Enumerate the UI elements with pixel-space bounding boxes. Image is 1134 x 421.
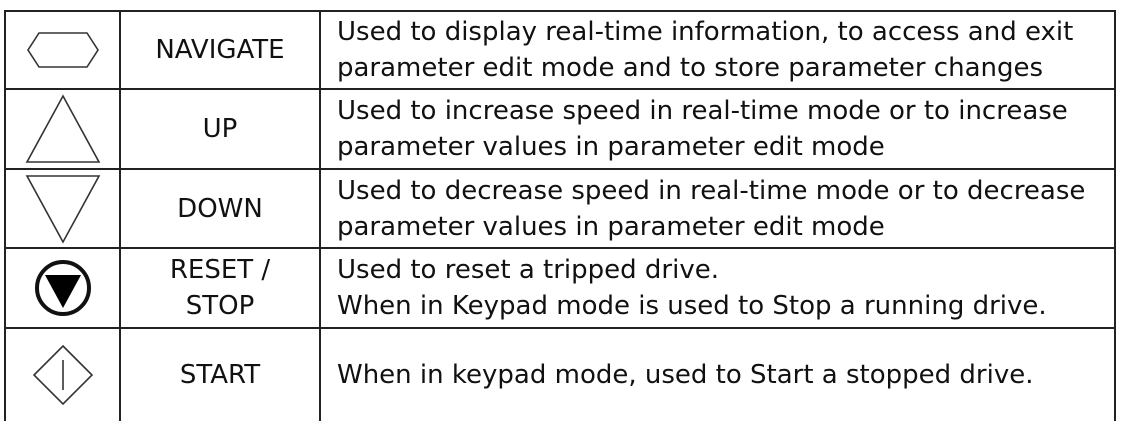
triangle-down-icon	[25, 174, 100, 244]
key-name-reset: RESET /	[169, 255, 271, 285]
table-row: UP Used to increase speed in real-time m…	[4, 88, 1116, 170]
key-name-cell: NAVIGATE	[119, 10, 321, 90]
table-row: START When in keypad mode, used to Start…	[4, 327, 1116, 421]
description-line: Used to reset a tripped drive.	[337, 255, 719, 285]
description-line: Used to display real-time information, t…	[337, 17, 1074, 47]
key-name-cell: RESET / STOP	[119, 247, 321, 329]
key-name-start: START	[179, 360, 261, 390]
description-line: Used to decrease speed in real-time mode…	[337, 175, 1086, 206]
key-name-navigate: NAVIGATE	[155, 35, 285, 65]
description-line: When in Keypad mode is used to Stop a ru…	[337, 291, 1047, 321]
key-name-cell: UP	[119, 88, 321, 170]
table-row: DOWN Used to decrease speed in real-time…	[4, 168, 1116, 249]
description-cell: Used to increase speed in real-time mode…	[319, 88, 1116, 170]
description-cell: Used to decrease speed in real-time mode…	[319, 168, 1116, 249]
description-line: Used to increase speed in real-time mode…	[337, 96, 1068, 126]
description-cell: Used to display real-time information, t…	[319, 10, 1116, 90]
diamond-start-icon	[32, 344, 93, 406]
key-name-cell: DOWN	[119, 168, 321, 249]
description-line: parameter values in parameter edit mode	[337, 132, 885, 162]
icon-cell	[4, 168, 121, 249]
keypad-buttons-table: NAVIGATE Used to display real-time infor…	[4, 10, 1116, 421]
key-name-up: UP	[202, 114, 238, 144]
description-cell: When in keypad mode, used to Start a sto…	[319, 327, 1116, 421]
table-row: RESET / STOP Used to reset a tripped dri…	[4, 247, 1116, 329]
icon-cell	[4, 327, 121, 421]
triangle-up-icon	[25, 94, 100, 163]
key-name-stop: STOP	[185, 291, 255, 321]
cut-off-heading	[0, 0, 1134, 10]
description-line: parameter edit mode and to store paramet…	[337, 53, 1044, 83]
icon-cell	[4, 247, 121, 329]
description-cell: Used to reset a tripped drive. When in K…	[319, 247, 1116, 329]
table-row: NAVIGATE Used to display real-time infor…	[4, 10, 1116, 90]
hexagon-navigate-icon	[26, 32, 99, 68]
icon-cell	[4, 88, 121, 170]
circle-filled-down-triangle-icon	[34, 260, 91, 316]
description-line: parameter values in parameter edit mode	[337, 211, 885, 242]
description-line: When in keypad mode, used to Start a sto…	[337, 360, 1034, 390]
key-name-down: DOWN	[177, 193, 263, 224]
key-name-cell: START	[119, 327, 321, 421]
icon-cell	[4, 10, 121, 90]
